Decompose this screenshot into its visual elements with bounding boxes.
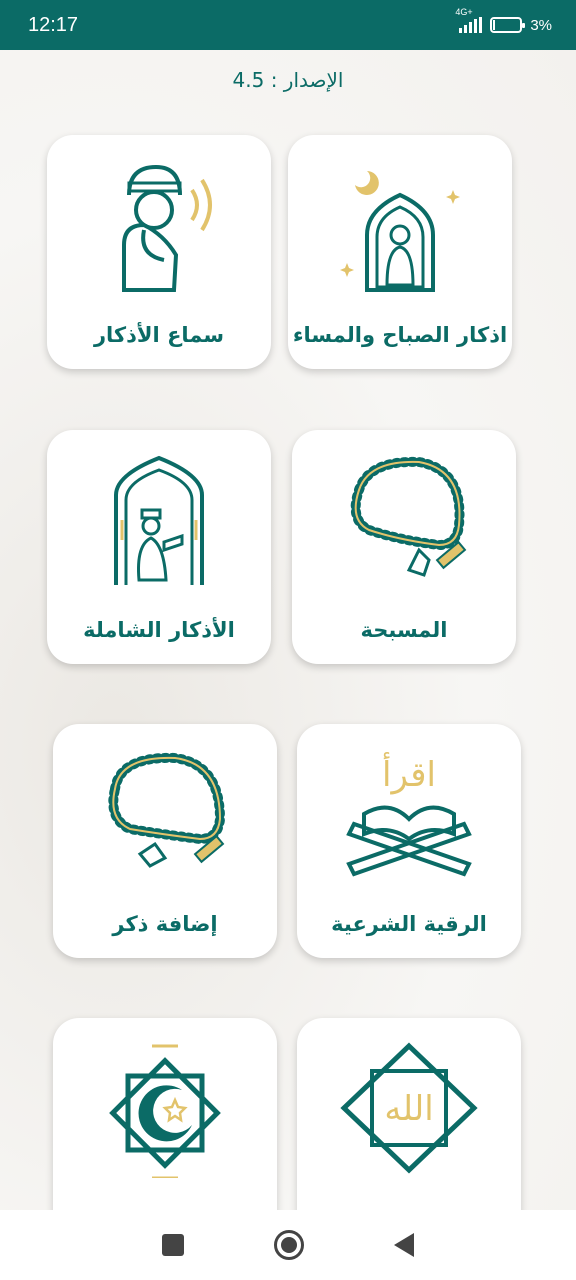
praying-man-mihrab-icon: [340, 171, 460, 292]
card-morning-evening-adhkar[interactable]: اذكار الصباح والمساء: [288, 135, 512, 369]
card-label: إضافة ذكر: [112, 912, 218, 936]
recent-apps-button[interactable]: [162, 1234, 184, 1256]
home-button[interactable]: [274, 1230, 304, 1260]
navigation-bar: [0, 1210, 576, 1280]
main-content[interactable]: الإصدار : 4.5 اذكار الصباح والمساء سماع …: [0, 50, 576, 1210]
card-label: المسبحة: [360, 618, 448, 642]
battery-percent: 3%: [530, 16, 552, 34]
card-label: الأذكار الشاملة: [83, 618, 235, 642]
reading-man-mihrab-icon: [114, 455, 204, 585]
prayer-beads-icon: [350, 456, 467, 577]
crescent-star-icon: [109, 1044, 221, 1178]
card-allah-names[interactable]: الله: [297, 1018, 521, 1210]
status-icons: 4G+ 3%: [455, 7, 552, 34]
svg-text:اقرأ: اقرأ: [382, 752, 436, 795]
signal-icon: 4G+: [455, 7, 483, 33]
card-listen-adhkar[interactable]: سماع الأذكار: [47, 135, 271, 369]
allah-calligraphy-icon: الله: [340, 1042, 478, 1174]
card-label: اذكار الصباح والمساء: [292, 323, 508, 347]
prayer-beads-icon: [108, 752, 226, 868]
svg-text:الله: الله: [384, 1089, 433, 1129]
back-button[interactable]: [394, 1233, 414, 1257]
version-label: الإصدار : 4.5: [232, 68, 344, 92]
card-tasbih[interactable]: المسبحة: [292, 430, 516, 664]
status-bar: 12:17 4G+ 3%: [0, 0, 576, 50]
card-label: الرقية الشرعية: [331, 912, 487, 936]
listening-man-icon: [122, 164, 212, 292]
card-label: سماع الأذكار: [93, 323, 225, 347]
card-crescent[interactable]: [53, 1018, 277, 1210]
quran-stand-icon: اقرأ: [346, 752, 472, 877]
network-type: 4G+: [455, 7, 473, 17]
card-add-dhikr[interactable]: إضافة ذكر: [53, 724, 277, 958]
battery-icon: [490, 17, 526, 33]
status-time: 12:17: [28, 13, 79, 36]
card-ruqyah[interactable]: اقرأ الرقية الشرعية: [297, 724, 521, 958]
card-comprehensive-adhkar[interactable]: الأذكار الشاملة: [47, 430, 271, 664]
